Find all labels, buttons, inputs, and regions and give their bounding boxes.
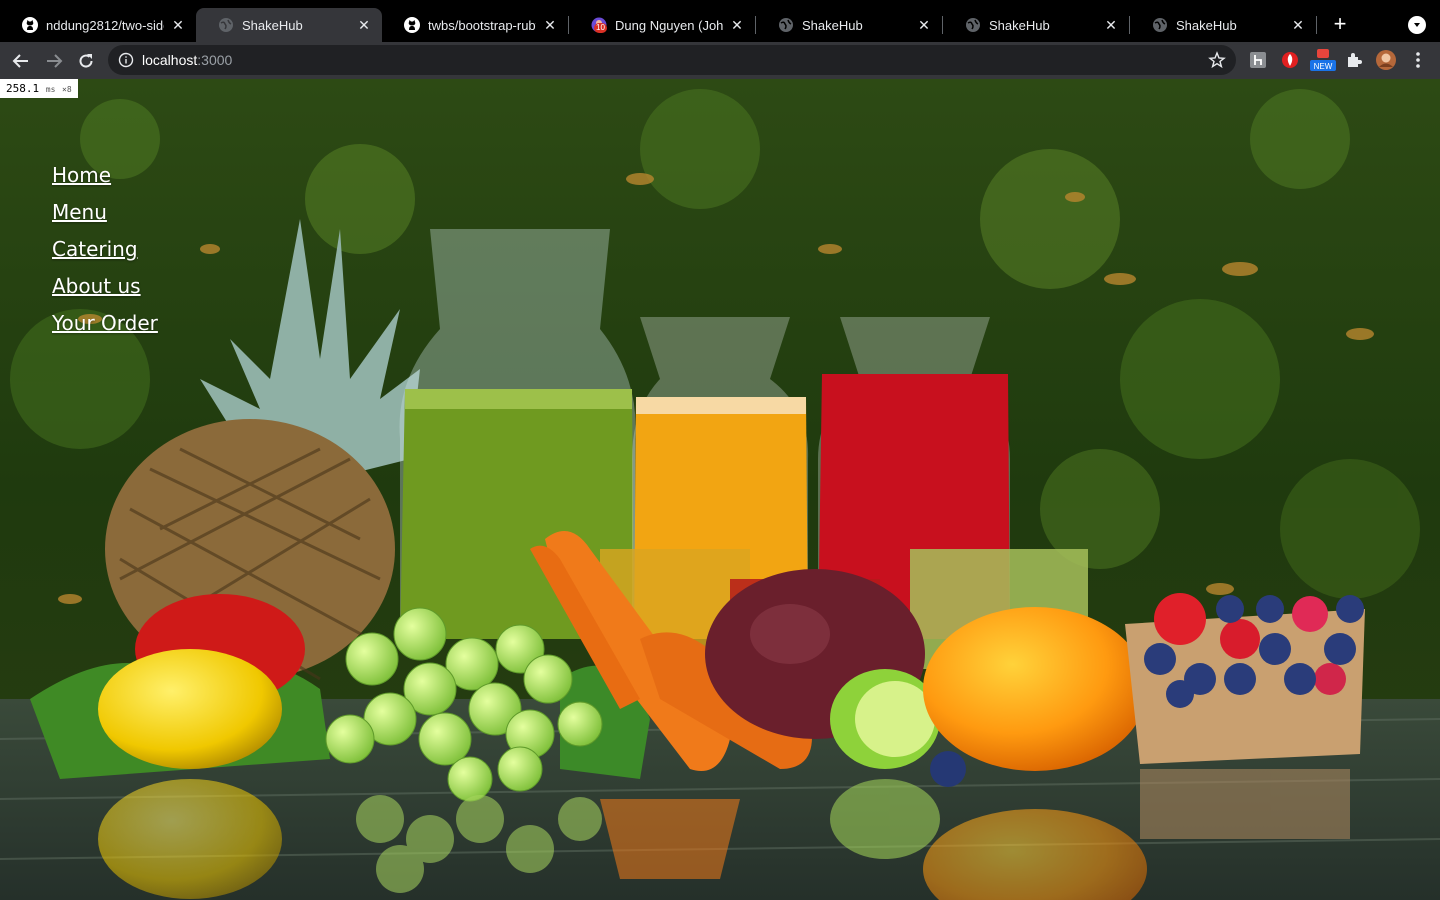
close-tab-icon[interactable]: ✕ <box>542 17 558 33</box>
page-viewport: Home Menu Catering About us Your Order <box>0 79 1440 900</box>
globe-icon <box>778 17 794 33</box>
github-icon <box>404 17 420 33</box>
back-arrow-icon[interactable] <box>9 49 33 73</box>
globe-icon <box>218 17 234 33</box>
close-tab-icon[interactable]: ✕ <box>1290 17 1306 33</box>
tab-title: twbs/bootstrap-rubyg <box>428 17 536 33</box>
puzzle-icon[interactable] <box>1344 50 1364 70</box>
tab-6[interactable]: ShakeHub ✕ <box>943 8 1129 42</box>
tab-title: nddung2812/two-side <box>46 17 164 33</box>
address-bar[interactable]: localhost:3000 <box>108 45 1236 75</box>
perf-value: 258.1 <box>6 82 40 95</box>
tab-title: ShakeHub <box>1176 17 1237 33</box>
nav-link-about-us[interactable]: About us <box>52 270 158 307</box>
nav-link-home[interactable]: Home <box>52 159 158 196</box>
tab-7[interactable]: ShakeHub ✕ <box>1130 8 1316 42</box>
url-text: localhost:3000 <box>142 52 233 68</box>
globe-icon <box>1152 17 1168 33</box>
new-badge-label: NEW <box>1313 62 1333 71</box>
close-tab-icon[interactable]: ✕ <box>356 17 372 33</box>
h-extension-icon[interactable] <box>1248 50 1268 70</box>
tab-separator <box>1316 16 1317 34</box>
tab-5[interactable]: ShakeHub ✕ <box>756 8 942 42</box>
perf-multiplier: ×8 <box>62 85 72 94</box>
info-icon[interactable] <box>118 52 134 68</box>
reload-icon[interactable] <box>74 49 98 73</box>
tab-strip: nddung2812/two-side ✕ ShakeHub ✕ twbs/bo… <box>0 0 1440 42</box>
nav-link-your-order[interactable]: Your Order <box>52 307 158 344</box>
site-navigation: Home Menu Catering About us Your Order <box>52 159 158 344</box>
notification-badge: 10 <box>594 23 607 33</box>
profile-avatar-icon[interactable] <box>1376 50 1396 70</box>
new-tab-button[interactable]: + <box>1330 13 1350 35</box>
github-icon <box>22 17 38 33</box>
close-tab-icon[interactable]: ✕ <box>729 17 745 33</box>
tab-1[interactable]: nddung2812/two-side ✕ <box>0 8 196 42</box>
tab-title: Dung Nguyen (Johnn <box>615 17 723 33</box>
close-tab-icon[interactable]: ✕ <box>170 17 186 33</box>
profile-icon: 10 <box>591 17 607 33</box>
tab-title: ShakeHub <box>989 17 1050 33</box>
tab-3[interactable]: twbs/bootstrap-rubyg ✕ <box>382 8 568 42</box>
tab-title: ShakeHub <box>242 17 303 33</box>
new-extension-icon[interactable]: NEW <box>1310 49 1336 71</box>
hero-fruit-juice-image <box>0 79 1440 900</box>
kebab-menu-icon[interactable] <box>1408 50 1428 70</box>
close-tab-icon[interactable]: ✕ <box>916 17 932 33</box>
forward-arrow-icon[interactable] <box>42 49 66 73</box>
red-extension-icon[interactable] <box>1280 50 1300 70</box>
tab-4[interactable]: 10 Dung Nguyen (Johnn ✕ <box>569 8 755 42</box>
tab-search-icon[interactable] <box>1408 16 1426 34</box>
tab-title: ShakeHub <box>802 17 863 33</box>
perf-unit: ms <box>45 85 56 94</box>
close-tab-icon[interactable]: ✕ <box>1103 17 1119 33</box>
bookmark-star-icon[interactable] <box>1208 51 1226 69</box>
globe-icon <box>965 17 981 33</box>
tab-2[interactable]: ShakeHub ✕ <box>196 8 382 42</box>
nav-link-catering[interactable]: Catering <box>52 233 158 270</box>
performance-overlay: 258.1 ms ×8 <box>0 79 78 98</box>
nav-link-menu[interactable]: Menu <box>52 196 158 233</box>
